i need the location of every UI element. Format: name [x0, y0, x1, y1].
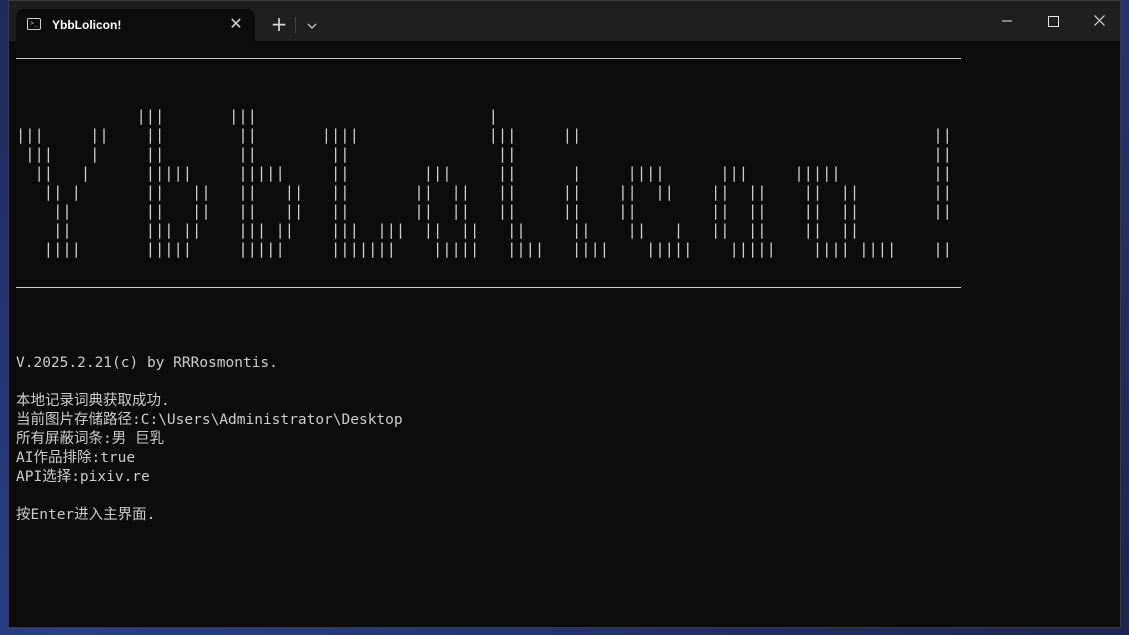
message-line: 当前图片存储路径:C:\Users\Administrator\Desktop — [16, 412, 403, 428]
message-line: API选择:pixiv.re — [16, 469, 150, 485]
message-line: 本地记录词典获取成功. — [16, 393, 170, 409]
terminal-output[interactable]: ||| ||| | ||| || || || |||| ||| || || ||… — [9, 41, 1120, 627]
terminal-window: >_ YbbLolicon! ✕ + ||| ||| | ||| || || |… — [8, 0, 1121, 628]
new-tab-button[interactable]: + — [266, 12, 292, 38]
minimize-icon — [1002, 20, 1012, 22]
message-line: 所有屏蔽词条:男 巨乳 — [16, 431, 164, 447]
maximize-icon — [1047, 16, 1059, 27]
message-line: AI作品排除:true — [16, 450, 136, 466]
ascii-banner: ||| ||| | ||| || || || |||| ||| || || ||… — [16, 107, 952, 258]
title-bar: >_ YbbLolicon! ✕ + — [9, 1, 1120, 41]
terminal-icon: >_ — [27, 18, 41, 30]
version-line: V.2025.2.21(c) by RRRosmontis. — [16, 355, 278, 371]
banner-bottom-rule — [16, 287, 961, 288]
enter-prompt: 按Enter进入主界面. — [16, 507, 156, 523]
close-icon — [1093, 15, 1105, 26]
banner-top-rule — [16, 58, 961, 59]
close-tab-button[interactable]: ✕ — [225, 13, 247, 35]
minimize-button[interactable] — [984, 1, 1030, 41]
tab-dropdown-button[interactable] — [299, 12, 325, 38]
tab-ybblolicon[interactable]: >_ YbbLolicon! ✕ — [16, 9, 255, 41]
tab-divider — [295, 17, 296, 33]
tab-title: YbbLolicon! — [52, 18, 122, 32]
close-window-button[interactable] — [1076, 1, 1120, 41]
maximize-button[interactable] — [1030, 1, 1076, 41]
chevron-down-icon — [307, 23, 317, 29]
